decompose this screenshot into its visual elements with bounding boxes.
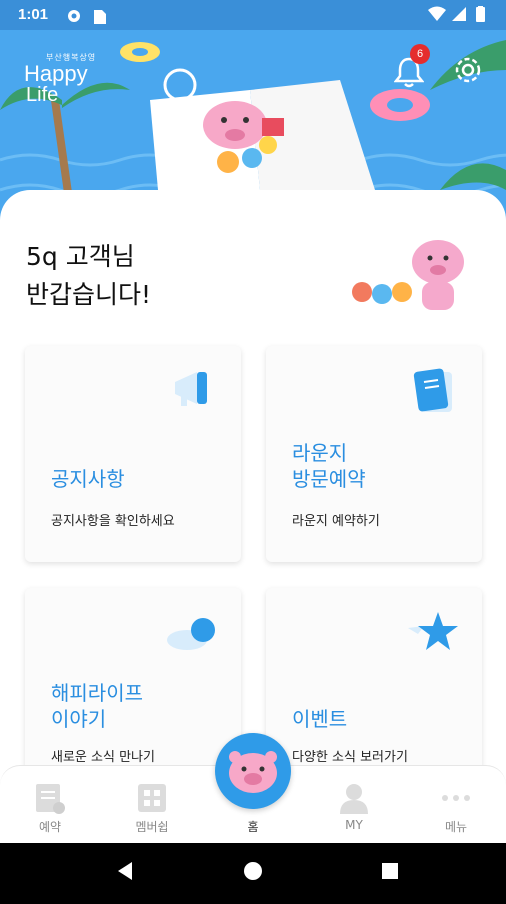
nav-reservation-label: 예약 xyxy=(38,820,62,834)
status-left-icons xyxy=(66,8,110,28)
settings-button[interactable] xyxy=(452,54,484,90)
pig-mascot-icon xyxy=(352,240,464,310)
event-card-title: 이벤트 xyxy=(292,707,348,731)
person-icon xyxy=(340,784,368,814)
notice-card[interactable]: 공지사항 공지사항을 확인하세요 xyxy=(25,346,241,562)
nav-membership[interactable]: 멤버쉽 xyxy=(112,766,192,844)
megaphone-icon xyxy=(175,372,207,406)
notice-card-desc: 공지사항을 확인하세요 xyxy=(51,514,175,529)
greeting-text: 5q 고객님 반갑습니다! xyxy=(26,238,151,314)
settings-and-sdcard-icon xyxy=(68,10,106,24)
document-check-icon xyxy=(36,784,65,814)
qr-code-icon xyxy=(138,784,166,812)
home-circle-icon[interactable] xyxy=(244,862,262,880)
back-icon[interactable] xyxy=(118,862,132,880)
greeting-line2: 반갑습니다! xyxy=(26,280,152,309)
nav-membership-label: 멤버쉽 xyxy=(135,820,169,834)
notification-count-badge: 6 xyxy=(410,44,430,64)
gear-icon xyxy=(455,57,481,83)
notice-card-title: 공지사항 xyxy=(51,467,125,491)
cloud-ball-icon xyxy=(167,618,215,650)
event-card-desc: 다양한 소식 보러가기 xyxy=(292,750,408,765)
greeting-line1: 5q 고객님 xyxy=(26,242,135,271)
logo-sub-text: Life xyxy=(26,84,59,106)
status-bar: 1:01 xyxy=(0,0,506,30)
nav-menu[interactable]: 메뉴 xyxy=(416,766,496,844)
more-dots-icon xyxy=(442,795,470,801)
wifi-signal-battery-icon xyxy=(428,5,485,22)
notebook-icon xyxy=(413,368,452,412)
status-time: 1:01 xyxy=(18,6,49,23)
lounge-title-line1: 라운지 xyxy=(292,441,348,465)
story-card-title: 해피라이프 이야기 xyxy=(51,680,143,732)
mascot-group xyxy=(350,230,480,324)
lounge-card-desc: 라운지 예약하기 xyxy=(292,514,380,529)
story-title-line1: 해피라이프 xyxy=(51,681,143,705)
nav-menu-label: 메뉴 xyxy=(444,820,468,834)
system-nav-buttons xyxy=(118,862,398,880)
nav-my[interactable]: MY xyxy=(314,766,394,844)
status-right-icons xyxy=(428,5,492,28)
story-title-line2: 이야기 xyxy=(51,707,107,731)
pig-home-icon xyxy=(229,751,277,793)
nav-my-label: MY xyxy=(345,818,363,832)
nav-reservation[interactable]: 예약 xyxy=(10,766,90,844)
logo-main-text: Happy xyxy=(24,61,88,86)
lounge-title-line2: 방문예약 xyxy=(292,467,366,491)
recents-icon[interactable] xyxy=(382,863,398,879)
nav-home-label: 홈 xyxy=(247,820,259,834)
system-navigation-bar xyxy=(0,843,506,900)
nav-home-button[interactable] xyxy=(215,733,291,809)
story-card-desc: 새로운 소식 만나기 xyxy=(51,750,155,765)
star-icon xyxy=(408,612,458,650)
lounge-reservation-card[interactable]: 라운지 방문예약 라운지 예약하기 xyxy=(266,346,482,562)
happy-life-logo: 부산행복상영 Happy Life xyxy=(24,52,96,105)
lounge-card-title: 라운지 방문예약 xyxy=(292,440,366,492)
